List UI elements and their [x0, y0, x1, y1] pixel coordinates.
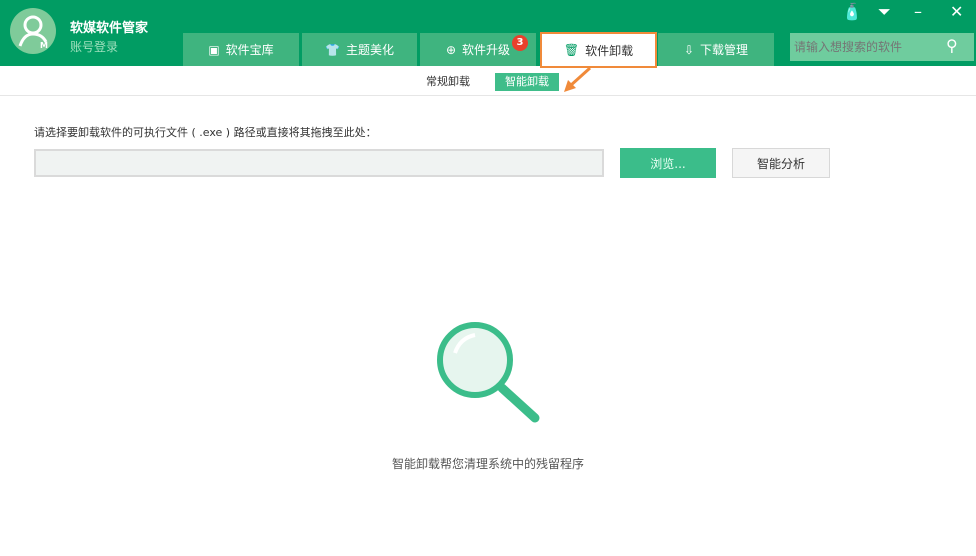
magnifier-icon [437, 322, 540, 423]
empty-state-caption: 智能卸载帮您清理系统中的残留程序 [391, 457, 584, 471]
subtab-bar: 常规卸载 智能卸载 [0, 66, 976, 96]
login-link[interactable]: 账号登录 [70, 38, 118, 55]
update-count-badge: 3 [512, 35, 528, 51]
tab-upgrade[interactable]: ⊕ 软件升级 3 [420, 33, 536, 66]
app-title: 软媒软件管家 [70, 21, 149, 36]
avatar[interactable]: M [10, 8, 56, 54]
menu-icon[interactable]: ⏷ [878, 2, 891, 22]
tab-label: 软件升级 [462, 43, 511, 57]
instruction-text: 请选择要卸载软件的可执行文件 ( .exe ) 路径或直接将其拖拽至此处： [34, 126, 377, 139]
smart-analyze-button[interactable]: 智能分析 [732, 148, 830, 178]
svg-text:M: M [40, 41, 48, 50]
subtab-regular-uninstall[interactable]: 常规卸载 [416, 73, 480, 91]
tab-label: 主题美化 [345, 43, 394, 57]
browse-button[interactable]: 浏览... [620, 148, 716, 178]
user-icon: M [18, 15, 48, 50]
tab-theme[interactable]: 👕 主题美化 [302, 33, 417, 66]
exe-path-input[interactable] [34, 149, 604, 177]
tab-software-library[interactable]: ▣ 软件宝库 [183, 33, 299, 66]
subtab-smart-uninstall[interactable]: 智能卸载 [495, 73, 559, 91]
trash-icon: 🗑 [563, 43, 580, 57]
arrow-annotation-icon [564, 66, 592, 92]
close-icon[interactable]: ✕ [950, 2, 963, 21]
box-icon: ▣ [208, 42, 220, 57]
tab-label: 下载管理 [700, 43, 749, 57]
upgrade-icon: ⊕ [445, 42, 457, 57]
cleaner-icon[interactable]: 🧴 [842, 2, 862, 21]
tab-label: 软件宝库 [225, 43, 274, 57]
search-icon[interactable]: ⚲ [946, 36, 958, 55]
tab-download[interactable]: ⇩ 下载管理 [658, 33, 774, 66]
tab-uninstall[interactable]: 🗑 软件卸载 [540, 32, 657, 68]
download-icon: ⇩ [683, 42, 695, 57]
tshirt-icon: 👕 [325, 42, 340, 57]
title-bar: M 软媒软件管家 账号登录 ▣ 软件宝库 👕 主题美化 ⊕ 软件升级 3 🗑 软件卸载 ⇩… [0, 0, 976, 68]
minimize-icon[interactable]: – [914, 2, 922, 21]
tab-label: 软件卸载 [585, 43, 634, 58]
